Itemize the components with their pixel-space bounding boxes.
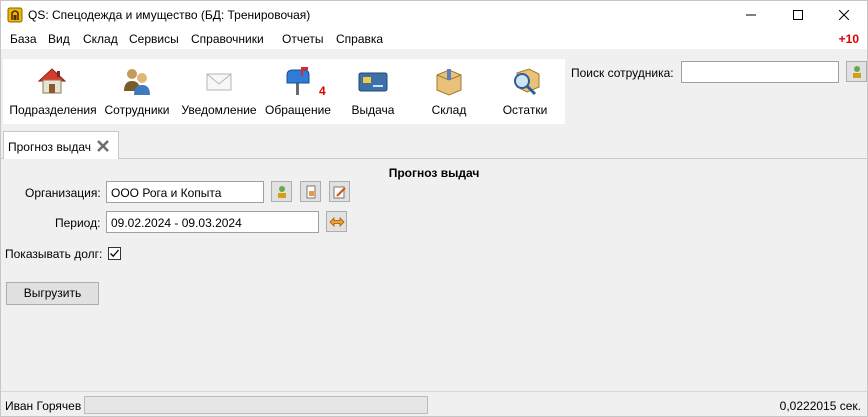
- status-user: Иван Горячев: [5, 399, 82, 413]
- window-title: QS: Спецодежда и имущество (БД: Трениров…: [28, 8, 311, 22]
- close-icon: [839, 10, 849, 20]
- edit-pencil-icon: [333, 186, 346, 198]
- menu-baza[interactable]: База: [10, 32, 37, 46]
- obrashchenie-badge: 4: [319, 84, 326, 98]
- organization-open-button[interactable]: [300, 181, 321, 202]
- double-arrow-icon: [328, 216, 345, 227]
- status-progress-panel: [84, 396, 428, 414]
- toolbar-uvedomlenie-button[interactable]: Уведомление: [179, 59, 259, 124]
- house-icon: [37, 68, 67, 94]
- show-debt-checkbox[interactable]: [108, 247, 121, 260]
- document-icon: [306, 185, 315, 198]
- envelope-icon: [206, 73, 232, 91]
- close-tab-icon[interactable]: [96, 139, 110, 153]
- search-employee-button[interactable]: [846, 61, 867, 82]
- organization-field[interactable]: ООО Рога и Копыта: [106, 181, 264, 203]
- toolbar-ostatki-label: Остатки: [502, 103, 548, 117]
- toolbar-ostatki-button[interactable]: Остатки: [493, 59, 557, 124]
- card-icon: [358, 72, 388, 92]
- export-button[interactable]: Выгрузить: [6, 282, 99, 305]
- menu-spravka[interactable]: Справка: [336, 32, 383, 46]
- organization-label: Организация:: [25, 186, 101, 200]
- toolbar-obrashchenie-label: Обращение: [265, 103, 331, 117]
- toolbar-area: Подразделения Сотрудники Уведомление 4 О…: [1, 49, 867, 131]
- minimize-button[interactable]: [728, 1, 774, 29]
- period-select-button[interactable]: [326, 211, 347, 232]
- app-logo-icon: [7, 7, 23, 23]
- search-employee-label: Поиск сотрудника:: [571, 66, 674, 80]
- close-window-button[interactable]: [821, 1, 867, 29]
- toolbar-sotrudniki-label: Сотрудники: [104, 103, 170, 117]
- title-bar: QS: Спецодежда и имущество (БД: Трениров…: [1, 1, 867, 29]
- tab-prognoz-vydach[interactable]: Прогноз выдач: [3, 131, 119, 160]
- menu-spravochniki[interactable]: Справочники: [191, 32, 264, 46]
- status-elapsed-time: 0,0222015 сек.: [779, 399, 861, 413]
- toolbar-uvedomlenie-label: Уведомление: [181, 103, 257, 117]
- toolbar-sklad-label: Склад: [431, 103, 467, 117]
- status-bar: Иван Горячев 0,0222015 сек.: [1, 391, 867, 416]
- minimize-icon: [746, 14, 756, 16]
- main-window: QS: Спецодежда и имущество (БД: Трениров…: [0, 0, 868, 417]
- menu-sklad[interactable]: Склад: [83, 32, 118, 46]
- menu-vid[interactable]: Вид: [48, 32, 70, 46]
- organization-edit-button[interactable]: [329, 181, 350, 202]
- toolbar-obrashchenie-button[interactable]: 4 Обращение: [263, 59, 333, 124]
- menu-servisy[interactable]: Сервисы: [129, 32, 179, 46]
- toolbar-sklad-button[interactable]: Склад: [417, 59, 481, 124]
- search-employee-input[interactable]: [681, 61, 839, 83]
- show-debt-label: Показывать долг:: [5, 247, 103, 261]
- period-field[interactable]: 09.02.2024 - 09.03.2024: [106, 211, 319, 233]
- maximize-button[interactable]: [775, 1, 821, 29]
- magnifier-box-icon: [514, 68, 540, 96]
- toolbar-sotrudniki-button[interactable]: Сотрудники: [101, 59, 173, 124]
- person-select-icon: [277, 185, 286, 198]
- box-icon: [436, 69, 462, 96]
- menu-otchety[interactable]: Отчеты: [282, 32, 323, 46]
- checkmark-icon: [110, 249, 119, 258]
- person-download-icon: [852, 65, 861, 78]
- tab-label: Прогноз выдач: [8, 140, 92, 154]
- main-toolbar: Подразделения Сотрудники Уведомление 4 О…: [3, 59, 565, 124]
- notification-counter[interactable]: +10: [839, 32, 859, 46]
- organization-select-button[interactable]: [271, 181, 292, 202]
- toolbar-vydacha-button[interactable]: Выдача: [341, 59, 405, 124]
- mailbox-icon: [286, 67, 310, 95]
- menu-bar: База Вид Склад Сервисы Справочники Отчет…: [1, 29, 867, 49]
- tab-strip: Прогноз выдач: [1, 131, 867, 160]
- maximize-icon: [793, 10, 803, 20]
- people-icon: [124, 69, 150, 95]
- toolbar-podrazdeleniya-button[interactable]: Подразделения: [7, 59, 99, 124]
- report-panel: Прогноз выдач Организация: ООО Рога и Ко…: [1, 159, 867, 391]
- period-label: Период:: [55, 216, 101, 230]
- toolbar-vydacha-label: Выдача: [351, 103, 395, 117]
- report-heading: Прогноз выдач: [388, 166, 480, 180]
- toolbar-podrazdeleniya-label: Подразделения: [9, 103, 97, 117]
